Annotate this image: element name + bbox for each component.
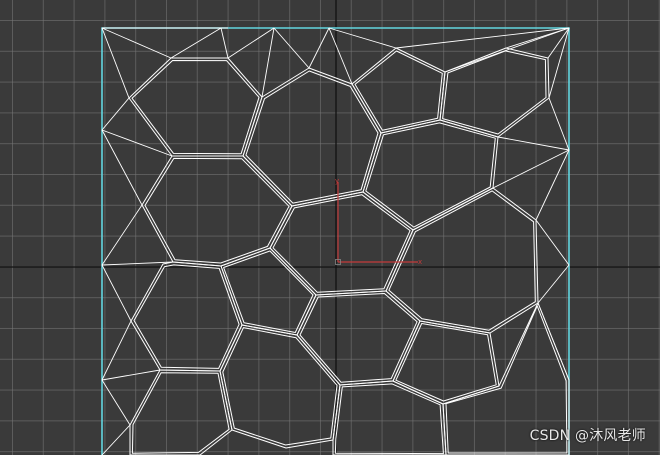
triangulation-edge <box>547 27 570 59</box>
triangulation-edge <box>328 27 353 85</box>
triangulation-edge <box>492 149 570 189</box>
triangulation-edge <box>535 219 570 266</box>
voronoi-cell-edge[interactable] <box>141 155 293 267</box>
triangulation-edge <box>101 97 130 131</box>
voronoi-cell-edge[interactable] <box>354 50 443 131</box>
gizmo-x-label: x <box>418 258 422 266</box>
voronoi-cell-edge[interactable] <box>332 380 447 455</box>
triangulation-edge <box>497 136 570 151</box>
gizmo-y-label: y <box>335 177 339 185</box>
voronoi-cell-edge[interactable] <box>222 327 338 446</box>
transform-gizmo[interactable]: y x <box>335 177 422 266</box>
triangulation-edge <box>261 27 275 98</box>
triangulation-edge <box>101 129 173 157</box>
triangulation-edge <box>537 302 570 381</box>
voronoi-cell-edge[interactable] <box>388 190 536 331</box>
triangulation-edge <box>101 129 143 206</box>
voronoi-cell-edge[interactable] <box>128 57 263 157</box>
triangulation-edge <box>101 369 161 381</box>
voronoi-cell-edge[interactable] <box>296 290 421 386</box>
triangulation-edge <box>101 424 131 455</box>
triangulation-edge <box>227 27 275 59</box>
voronoi-cell-edge[interactable] <box>439 47 550 138</box>
triangulation-edge <box>273 27 310 69</box>
voronoi-cell-edge[interactable] <box>131 372 230 454</box>
triangulation-edge <box>548 27 570 99</box>
triangulation-edge <box>101 27 130 99</box>
voronoi-cell-edge[interactable] <box>129 369 233 455</box>
voronoi-cell-edge[interactable] <box>220 247 317 336</box>
voronoi-cell-edge[interactable] <box>299 293 418 383</box>
voronoi-cell-edge[interactable] <box>442 50 547 135</box>
triangulation-edge <box>101 27 172 59</box>
voronoi-cell-edge[interactable] <box>351 47 446 134</box>
voronoi-cell-edge[interactable] <box>365 122 496 228</box>
voronoi-cell-edge[interactable] <box>144 157 290 264</box>
voronoi-cell-edge[interactable] <box>131 60 260 155</box>
triangulation-edge <box>548 97 570 151</box>
triangulation-edge <box>395 27 570 49</box>
triangulation-edge <box>220 27 229 59</box>
triangulation-edge <box>328 27 397 49</box>
watermark: CSDN @沐风老师 <box>529 428 646 444</box>
3d-viewport[interactable]: y x CSDN @沐风老师 <box>0 0 660 455</box>
triangulation-edge <box>101 379 131 426</box>
voronoi-cell-edge[interactable] <box>223 250 314 333</box>
triangulation-edge <box>505 27 570 49</box>
triangulation-edge <box>535 149 570 221</box>
triangulation-edge <box>170 27 222 59</box>
viewport-scene[interactable]: y x <box>0 0 660 455</box>
triangulation-edge <box>444 27 570 73</box>
triangulation-edge <box>537 264 570 304</box>
triangulation-edge <box>101 320 132 381</box>
triangulation-edge <box>308 27 330 69</box>
triangulation-edge <box>101 264 132 322</box>
triangulation-edge <box>101 204 143 266</box>
